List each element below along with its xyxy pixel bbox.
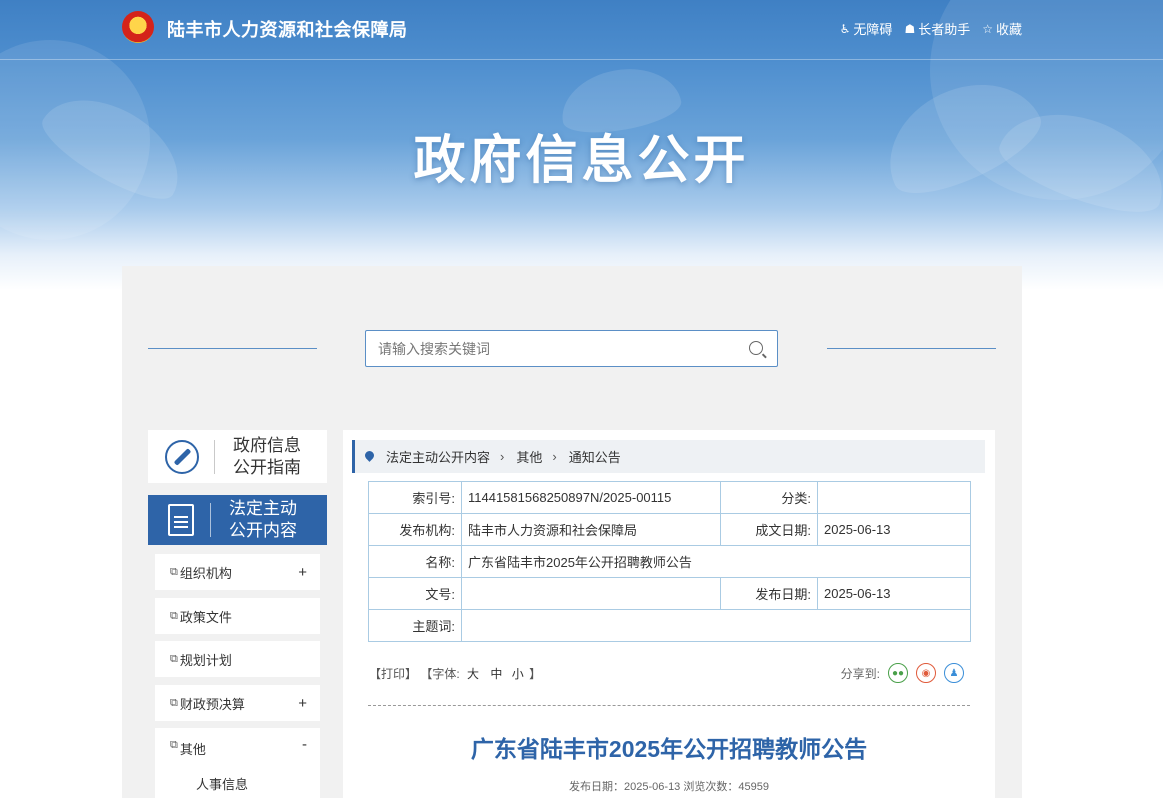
copy-icon: ⧉ xyxy=(170,565,178,578)
sidebar-item-budget[interactable]: ⧉ 财政预决算 + xyxy=(155,685,320,721)
font-small-button[interactable]: 小 xyxy=(512,667,524,681)
expand-icon[interactable]: + xyxy=(298,564,307,581)
sidebar-item-label: 组织机构 xyxy=(179,565,232,581)
hero-title: 政府信息公开 xyxy=(413,132,750,190)
chevron-right-icon: › xyxy=(552,449,557,464)
compass-icon xyxy=(165,439,199,474)
breadcrumb-item[interactable]: 其他 xyxy=(516,447,542,466)
divider xyxy=(148,348,317,349)
accessibility-label: 无障碍 xyxy=(853,22,893,37)
share-bar: 分享到: ●● ◉ ♟ xyxy=(841,663,964,683)
favorite-link[interactable]: ☆ 收藏 xyxy=(982,19,1022,38)
divider xyxy=(368,705,970,706)
table-row: 索引号: 11441581568250897N/2025-00115 分类: xyxy=(368,481,971,514)
sidebar-item-policy[interactable]: ⧉ 政策文件 xyxy=(155,598,320,634)
metadata-table: 索引号: 11441581568250897N/2025-00115 分类: 发… xyxy=(368,481,971,642)
sidebar-item-label: 财政预决算 xyxy=(179,696,245,712)
search-input[interactable] xyxy=(366,331,726,366)
created-value: 2025-06-13 xyxy=(817,513,971,546)
sidebar-item-label: 其他 xyxy=(179,742,206,757)
location-pin-icon xyxy=(365,451,374,462)
category-value xyxy=(817,481,971,514)
keywords-label: 主题词: xyxy=(368,609,462,642)
search-icon[interactable] xyxy=(749,341,763,355)
weibo-icon[interactable]: ◉ xyxy=(916,663,936,683)
favorite-label: 收藏 xyxy=(995,22,1022,37)
guide-label: 政府信息 公开指南 xyxy=(233,435,301,479)
breadcrumb-item[interactable]: 法定主动公开内容 xyxy=(386,447,490,466)
name-value: 广东省陆丰市2025年公开招聘教师公告 xyxy=(461,545,971,578)
active-label: 法定主动 公开内容 xyxy=(229,498,297,542)
font-medium-button[interactable]: 中 xyxy=(490,667,502,681)
guide-label-line2: 公开指南 xyxy=(233,457,301,477)
content-area: 法定主动公开内容 › 其他 › 通知公告 索引号: 11441581568250… xyxy=(343,430,995,798)
name-label: 名称: xyxy=(368,545,462,578)
divider xyxy=(210,503,211,537)
wechat-icon[interactable]: ●● xyxy=(888,663,908,683)
elder-assist-icon: ☗ xyxy=(904,21,916,36)
share-label: 分享到: xyxy=(840,666,880,681)
star-icon: ☆ xyxy=(982,21,993,36)
breadcrumb: 法定主动公开内容 › 其他 › 通知公告 xyxy=(352,440,985,473)
search-box xyxy=(365,330,778,367)
publisher-value: 陆丰市人力资源和社会保障局 xyxy=(461,513,721,546)
top-links: ♿ 无障碍 ☗ 长者助手 ☆ 收藏 xyxy=(840,19,1022,38)
table-row: 名称: 广东省陆丰市2025年公开招聘教师公告 xyxy=(368,545,971,578)
qq-icon[interactable]: ♟ xyxy=(944,663,964,683)
copy-icon: ⧉ xyxy=(170,652,178,665)
published-value: 2025-06-13 xyxy=(817,577,971,610)
table-row: 发布机构: 陆丰市人力资源和社会保障局 成文日期: 2025-06-13 xyxy=(368,513,971,546)
docno-label: 文号: xyxy=(368,577,462,610)
divider xyxy=(214,439,215,474)
sidebar-item-label: 规划计划 xyxy=(179,652,232,668)
article-meta: 发布日期：2025-06-13 浏览次数：45959 xyxy=(569,781,769,793)
index-value: 11441581568250897N/2025-00115 xyxy=(461,481,721,514)
sidebar-item-planning[interactable]: ⧉ 规划计划 xyxy=(155,641,320,677)
sidebar-item-org[interactable]: ⧉ 组织机构 + xyxy=(155,554,320,590)
article-title: 广东省陆丰市2025年公开招聘教师公告 xyxy=(470,736,868,762)
sidebar-guide[interactable]: 政府信息 公开指南 xyxy=(148,430,327,483)
published-label: 发布日期: xyxy=(720,577,818,610)
chevron-right-icon: › xyxy=(500,449,505,464)
expand-icon[interactable]: + xyxy=(298,695,307,712)
article-tools: 【打印】 【字体: 大 中 小 】 xyxy=(369,665,541,682)
table-row: 主题词: xyxy=(368,609,971,642)
elder-assist-link[interactable]: ☗ 长者助手 xyxy=(904,19,970,38)
sidebar-active-section[interactable]: 法定主动 公开内容 xyxy=(148,495,327,545)
active-label-line2: 公开内容 xyxy=(229,521,297,540)
publisher-label: 发布机构: xyxy=(368,513,462,546)
wheelchair-icon: ♿ xyxy=(839,21,851,36)
guide-label-line1: 政府信息 xyxy=(233,435,301,455)
created-label: 成文日期: xyxy=(720,513,818,546)
table-row: 文号: 发布日期: 2025-06-13 xyxy=(368,577,971,610)
keywords-value xyxy=(461,609,971,642)
divider xyxy=(827,348,996,349)
sidebar-subitem-personnel[interactable]: 人事信息 xyxy=(196,774,248,793)
national-emblem-logo xyxy=(122,11,154,43)
collapse-icon[interactable]: - xyxy=(302,736,307,753)
index-label: 索引号: xyxy=(368,481,462,514)
docno-value xyxy=(461,577,721,610)
accessibility-link[interactable]: ♿ 无障碍 xyxy=(840,19,893,38)
document-icon xyxy=(168,504,194,536)
category-label: 分类: xyxy=(720,481,818,514)
copy-icon: ⧉ xyxy=(170,739,178,751)
font-large-button[interactable]: 大 xyxy=(467,667,479,681)
print-link[interactable]: 【打印】 xyxy=(369,667,417,681)
sidebar-item-label: 政策文件 xyxy=(179,609,232,625)
copy-icon: ⧉ xyxy=(170,696,178,709)
font-size-prefix: 【字体: xyxy=(420,667,460,681)
main-panel: 政府信息 公开指南 法定主动 公开内容 ⧉ 组织机构 + ⧉ 政策文件 ⧉ 规划… xyxy=(122,266,1022,798)
active-label-line1: 法定主动 xyxy=(229,499,297,518)
site-title[interactable]: 陆丰市人力资源和社会保障局 xyxy=(167,16,408,42)
elder-assist-label: 长者助手 xyxy=(918,22,971,37)
breadcrumb-item[interactable]: 通知公告 xyxy=(569,447,621,466)
font-size-suffix: 】 xyxy=(529,667,542,681)
copy-icon: ⧉ xyxy=(170,609,178,622)
